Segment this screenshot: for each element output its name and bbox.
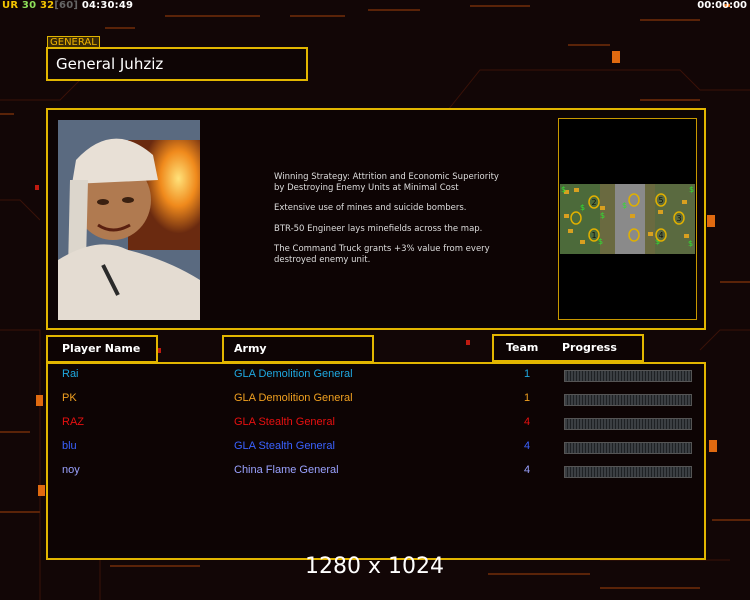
army-header[interactable]: Army bbox=[222, 335, 374, 363]
svg-text:$: $ bbox=[561, 185, 566, 194]
team-progress-header[interactable]: Team Progress bbox=[492, 334, 644, 362]
map-slot-2: 2 bbox=[591, 198, 596, 207]
player-team: 4 bbox=[524, 416, 531, 428]
player-army: GLA Stealth General bbox=[234, 416, 335, 428]
player-army: GLA Demolition General bbox=[234, 392, 353, 404]
minimap-preview: $$$ $$$ $$ 1 2 3 4 5 bbox=[560, 184, 695, 254]
player-list: Rai GLA Demolition General 1 PK GLA Demo… bbox=[46, 362, 706, 560]
player-progress-bar bbox=[564, 418, 692, 430]
hud-timer: 00:00:00 bbox=[697, 0, 747, 11]
player-row: blu GLA Stealth General 4 bbox=[48, 440, 704, 454]
description-line: Winning Strategy: Attrition and Economic… bbox=[274, 172, 499, 193]
player-row: RAZ GLA Stealth General 4 bbox=[48, 416, 704, 430]
map-slot-4: 4 bbox=[658, 231, 663, 240]
player-team: 4 bbox=[524, 464, 531, 476]
minimap-frame: $ $ $ $ $ $ $ $ 1 2 3 4 5 bbox=[558, 118, 697, 320]
svg-text:$: $ bbox=[600, 211, 605, 220]
description-line: The Command Truck grants +3% value from … bbox=[274, 244, 490, 265]
title-box: General Juhziz bbox=[46, 47, 308, 81]
svg-text:$: $ bbox=[688, 239, 693, 248]
svg-text:$: $ bbox=[580, 203, 585, 212]
player-row: noy China Flame General 4 bbox=[48, 464, 704, 478]
hud-value-2: 32 bbox=[39, 0, 55, 11]
svg-text:$: $ bbox=[689, 185, 694, 194]
player-name: RAZ bbox=[62, 416, 84, 428]
svg-text:$: $ bbox=[622, 201, 627, 210]
player-team: 1 bbox=[524, 368, 531, 380]
hud-value-1: 30 bbox=[21, 0, 37, 11]
hud-clock: 04:30:49 bbox=[81, 0, 134, 11]
map-slot-5: 5 bbox=[658, 196, 663, 205]
hud-value-3: [60] bbox=[54, 0, 79, 11]
map-slot-1: 1 bbox=[591, 231, 596, 240]
map-slot-3: 3 bbox=[676, 214, 681, 223]
player-progress-bar bbox=[564, 370, 692, 382]
player-progress-bar bbox=[564, 466, 692, 478]
player-name: Rai bbox=[62, 368, 79, 380]
player-progress-bar bbox=[564, 442, 692, 454]
general-info-panel: Winning Strategy: Attrition and Economic… bbox=[46, 108, 706, 330]
player-team: 1 bbox=[524, 392, 531, 404]
general-portrait bbox=[58, 120, 200, 320]
hud-stats: UR 30 32[60] 04:30:49 bbox=[2, 0, 133, 11]
player-name: PK bbox=[62, 392, 77, 404]
hud-ur-label: UR bbox=[2, 0, 19, 11]
player-army: GLA Stealth General bbox=[234, 440, 335, 452]
description-line: Extensive use of mines and suicide bombe… bbox=[274, 203, 467, 213]
player-team: 4 bbox=[524, 440, 531, 452]
player-name-header-label: Player Name bbox=[62, 342, 141, 355]
player-row: PK GLA Demolition General 1 bbox=[48, 392, 704, 406]
player-row: Rai GLA Demolition General 1 bbox=[48, 368, 704, 382]
general-title: General Juhziz bbox=[56, 55, 164, 73]
player-name: noy bbox=[62, 464, 80, 476]
player-army: GLA Demolition General bbox=[234, 368, 353, 380]
progress-header-label: Progress bbox=[562, 341, 617, 354]
army-header-label: Army bbox=[234, 342, 267, 355]
team-header-label: Team bbox=[506, 341, 539, 354]
description-line: BTR-50 Engineer lays minefields across t… bbox=[274, 223, 483, 234]
player-name-header[interactable]: Player Name bbox=[46, 335, 158, 363]
strategy-description: Winning Strategy: Attrition and Economic… bbox=[274, 172, 504, 275]
player-name: blu bbox=[62, 440, 77, 452]
resolution-caption: 1280 x 1024 bbox=[305, 554, 444, 579]
player-progress-bar bbox=[564, 394, 692, 406]
player-army: China Flame General bbox=[234, 464, 339, 476]
